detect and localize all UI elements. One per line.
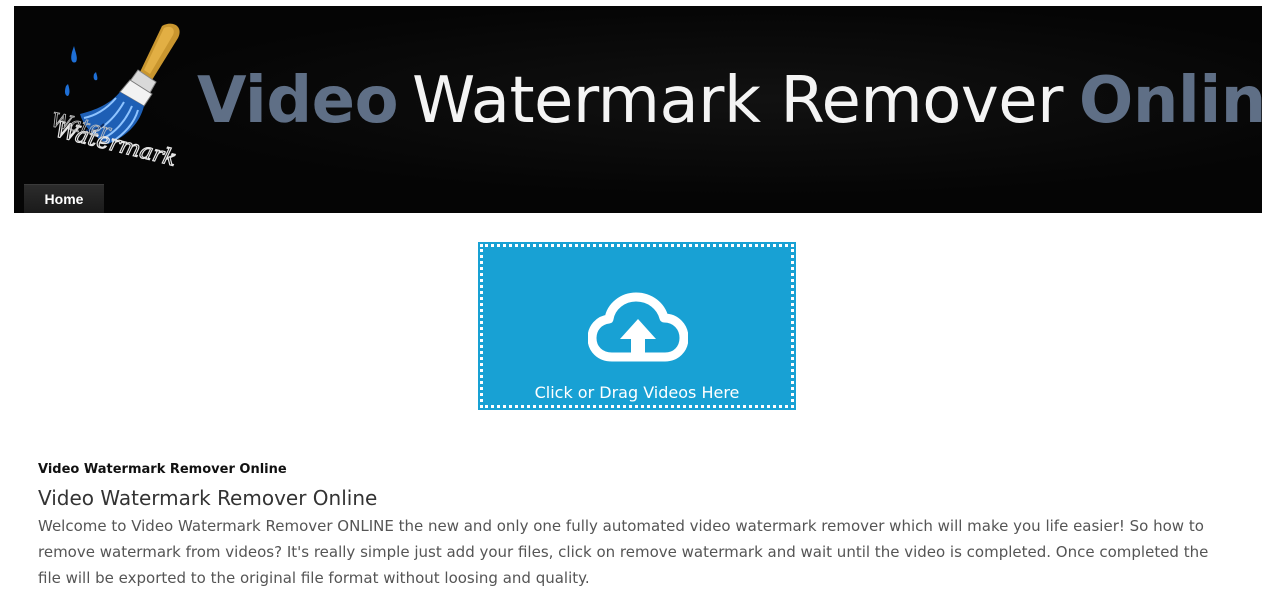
section-subtitle: Video Watermark Remover Online [38, 462, 287, 477]
nav-item-home[interactable]: Home [45, 191, 84, 207]
site-title[interactable]: Video Watermark Remover Online [197, 56, 1262, 146]
cloud-upload-icon [588, 292, 688, 362]
main-nav: Home [24, 184, 104, 213]
site-title-watermark-remover: Watermark Remover [412, 64, 1063, 138]
site-header: Watermark Water Video Watermark Remover … [14, 6, 1262, 213]
upload-label: Click or Drag Videos Here [534, 383, 740, 402]
site-title-online: Online [1078, 64, 1262, 138]
paintbrush-logo-icon[interactable]: Watermark Water [44, 18, 199, 168]
section-heading: Video Watermark Remover Online [38, 486, 378, 510]
main-content: Video Watermark Remover Online Video Wat… [38, 460, 1238, 591]
site-title-video: Video [197, 64, 399, 138]
description-paragraph: Welcome to Video Watermark Remover ONLIN… [38, 517, 1209, 587]
video-upload-dropzone[interactable]: Click or Drag Videos Here [478, 242, 796, 410]
